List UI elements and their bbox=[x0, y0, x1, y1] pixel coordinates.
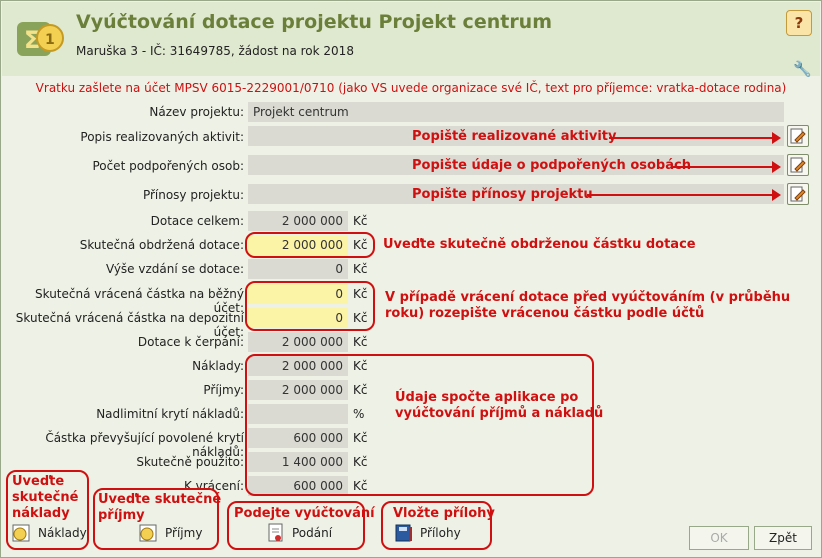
wrench-icon[interactable]: 🔧 bbox=[793, 60, 812, 78]
arrow-prinosy bbox=[587, 189, 781, 201]
annotation-prijmy-line1: Uveďte skutečné bbox=[98, 492, 222, 507]
app-logo-icon: Σ 1 bbox=[17, 22, 64, 56]
prilohy-button-label: Přílohy bbox=[420, 526, 461, 540]
label-naklady: Náklady: bbox=[192, 359, 244, 373]
label-popis: Popis realizovaných aktivit: bbox=[80, 130, 244, 144]
prijmy-button-label: Příjmy bbox=[165, 526, 203, 540]
field-vyse-vzdani: 0 bbox=[248, 259, 348, 279]
label-dotace-cerpani: Dotace k čerpání: bbox=[137, 335, 244, 349]
annotation-obdrzena: Uveďte skutečně obdrženou částku dotace bbox=[383, 237, 696, 252]
unit-vyse-vzdani: Kč bbox=[353, 262, 368, 276]
book-icon bbox=[395, 524, 412, 542]
dialog-header: Σ 1 Vyúčtování dotace projektu Projekt c… bbox=[2, 2, 820, 78]
label-skutecna-obdrzena: Skutečná obdržená dotace: bbox=[79, 238, 244, 252]
annotation-prilohy: Vložte přílohy bbox=[393, 506, 495, 521]
label-pocet: Počet podpořených osob: bbox=[92, 159, 244, 173]
highlight-vracena bbox=[245, 281, 375, 331]
arrow-pocet bbox=[673, 161, 781, 173]
annotation-popis: Popiště realizované aktivity bbox=[412, 129, 617, 144]
edit-pencil-icon bbox=[790, 157, 806, 173]
edit-prinosy-button[interactable] bbox=[787, 183, 809, 205]
label-prijmy: Příjmy: bbox=[203, 383, 244, 397]
unit-dotace-celkem: Kč bbox=[353, 214, 368, 228]
label-vyse-vzdani: Výše vzdání se dotace: bbox=[105, 262, 244, 276]
refund-notice: Vratku zašlete na účet MPSV 6015-2229001… bbox=[35, 81, 787, 95]
label-nazev: Název projektu: bbox=[149, 105, 244, 119]
edit-popis-button[interactable] bbox=[787, 125, 809, 147]
annotation-spocte-line2: vyúčtování příjmů a nákladů bbox=[395, 406, 604, 421]
annotation-podani: Podejte vyúčtování bbox=[234, 506, 375, 521]
prijmy-button[interactable]: Příjmy bbox=[139, 523, 202, 543]
field-dotace-cerpani: 2 000 000 bbox=[248, 332, 348, 352]
podani-button-label: Podání bbox=[292, 526, 333, 540]
field-nazev: Projekt centrum bbox=[248, 102, 784, 122]
annotation-pocet: Popište údaje o podpořených osobách bbox=[412, 158, 691, 173]
naklady-button-label: Náklady bbox=[38, 526, 87, 540]
podani-button[interactable]: Podání bbox=[266, 523, 332, 543]
edit-pocet-button[interactable] bbox=[787, 154, 809, 176]
annotation-prinosy: Popište přínosy projektu bbox=[412, 187, 593, 202]
page-subtitle: Maruška 3 - IČ: 31649785, žádost na rok … bbox=[76, 44, 354, 58]
dialog-window: Σ 1 Vyúčtování dotace projektu Projekt c… bbox=[0, 0, 822, 558]
highlight-obdrzena bbox=[245, 232, 375, 258]
help-button[interactable]: ? bbox=[786, 10, 812, 36]
annotation-prijmy-line2: příjmy bbox=[98, 508, 145, 523]
label-dotace-celkem: Dotace celkem: bbox=[150, 214, 244, 228]
field-dotace-celkem: 2 000 000 bbox=[248, 211, 348, 231]
document-submit-icon bbox=[268, 523, 283, 542]
label-prinosy: Přínosy projektu: bbox=[142, 188, 244, 202]
highlight-computed bbox=[245, 354, 594, 496]
prilohy-button[interactable]: Přílohy bbox=[394, 523, 461, 543]
back-button[interactable]: Zpět bbox=[754, 526, 812, 550]
naklady-button[interactable]: Náklady bbox=[12, 523, 87, 543]
annotation-naklady-line3: náklady bbox=[12, 506, 70, 521]
edit-pencil-icon bbox=[790, 128, 806, 144]
page-title: Vyúčtování dotace projektu Projekt centr… bbox=[76, 11, 553, 33]
annotation-spocte-line1: Údaje spočte aplikace po bbox=[395, 390, 579, 405]
annotation-vraceni-line1: V případě vrácení dotace před vyúčtování… bbox=[385, 290, 791, 305]
label-skutecne-pouzito: Skutečně použito: bbox=[136, 455, 244, 469]
annotation-vraceni-line2: roku) rozepište vrácenou částku podle úč… bbox=[385, 306, 705, 321]
unit-dotace-cerpani: Kč bbox=[353, 335, 368, 349]
question-icon: ? bbox=[794, 14, 804, 32]
coins-icon bbox=[139, 524, 157, 542]
arrow-popis bbox=[609, 132, 781, 144]
label-nadlimitni: Nadlimitní krytí nákladů: bbox=[96, 407, 244, 421]
svg-text:1: 1 bbox=[45, 32, 55, 48]
edit-pencil-icon bbox=[790, 186, 806, 202]
ok-button[interactable]: OK bbox=[689, 526, 749, 550]
annotation-naklady-line2: skutečné bbox=[12, 490, 79, 505]
coins-icon bbox=[12, 524, 30, 542]
annotation-naklady-line1: Uveďte bbox=[12, 474, 65, 489]
